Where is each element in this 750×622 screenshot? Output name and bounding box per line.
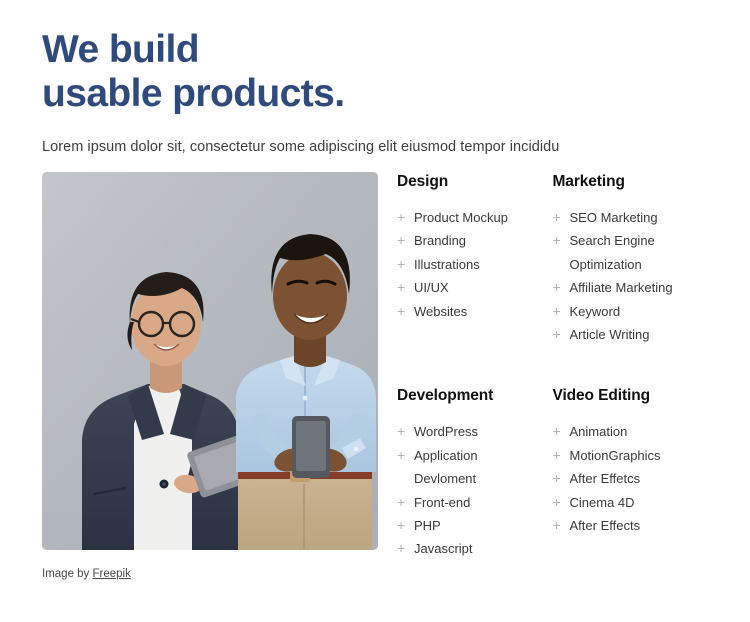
list-item[interactable]: + Article Writing <box>553 323 695 346</box>
plus-icon: + <box>397 517 406 534</box>
plus-icon: + <box>552 423 561 440</box>
list-item[interactable]: + After Effetcs <box>553 467 695 490</box>
service-column-marketing: Marketing + SEO Marketing + Search Engine … <box>553 172 709 346</box>
content-row: Image by Freepik Design + Product Mockup … <box>42 172 708 581</box>
service-column-design: Design + Product Mockup + Branding + Illust… <box>397 172 553 346</box>
list-item-label: Illustrations <box>414 256 480 272</box>
list-item-label: Product Mockup <box>414 210 508 225</box>
list-item-label: Cinema 4D <box>569 494 635 510</box>
page-title: We build usable products. <box>42 28 345 115</box>
plus-icon: + <box>397 279 406 296</box>
plus-icon: + <box>397 232 406 249</box>
plus-icon: + <box>552 326 561 343</box>
plus-icon: + <box>552 279 561 296</box>
plus-icon: + <box>552 302 561 319</box>
plus-icon: + <box>397 423 406 440</box>
list-item[interactable]: + Search Engine Optimization <box>553 229 695 276</box>
plus-icon: + <box>552 493 561 510</box>
list-item[interactable]: + Application Devloment <box>397 444 539 491</box>
list-item[interactable]: + After Effects <box>553 514 695 537</box>
plus-icon: + <box>552 209 561 225</box>
service-column-title: Video Editing <box>552 387 651 405</box>
service-list-video-editing: + Animation + MotionGraphics + After Effetc… <box>553 420 695 537</box>
list-item-label: Animation <box>569 424 628 440</box>
page-subtitle: Lorem ipsum dolor sit, consectetur some … <box>42 139 560 155</box>
services-grid: Design + Product Mockup + Branding + Illust… <box>378 172 708 561</box>
list-item[interactable]: + Affiliate Marketing <box>553 276 695 299</box>
list-item[interactable]: + Front-end <box>397 491 539 514</box>
plus-icon: + <box>397 302 406 319</box>
list-item-label: Javascript <box>414 541 473 557</box>
plus-icon: + <box>552 470 561 487</box>
list-item-label: Keyword <box>569 303 621 319</box>
list-item-label: After Effects <box>569 518 641 534</box>
image-credit-prefix: Image by <box>42 568 93 580</box>
list-item[interactable]: + UI/UX <box>397 276 539 299</box>
plus-icon: + <box>552 232 561 249</box>
list-item[interactable]: + WordPress <box>397 420 539 443</box>
list-item[interactable]: + Javascript <box>397 537 539 560</box>
plus-icon: + <box>397 255 406 272</box>
image-credit: Image by Freepik <box>42 550 378 581</box>
service-column-title: Marketing <box>552 173 625 190</box>
list-item-label: Affiliate Marketing <box>569 280 673 296</box>
landing-page: We build usable products. Lorem ipsum do… <box>0 0 750 622</box>
service-column-title: Development <box>397 387 494 405</box>
list-item[interactable]: + Websites <box>397 300 539 323</box>
list-item[interactable]: + Animation <box>553 420 695 443</box>
list-item-label: MotionGraphics <box>569 447 661 463</box>
plus-icon: + <box>397 446 406 463</box>
list-item-label: PHP <box>414 518 441 534</box>
list-item[interactable]: + Illustrations <box>397 253 539 276</box>
list-item-label: Application Devloment <box>414 447 478 487</box>
list-item-label: Search Engine Optimization <box>569 233 655 272</box>
plus-icon: + <box>397 540 406 557</box>
freepik-link[interactable]: Freepik <box>93 568 131 580</box>
service-column-video-editing: Video Editing + Animation + MotionGraphics… <box>553 346 709 560</box>
service-list-design: + Product Mockup + Branding + Illustrations… <box>397 206 539 323</box>
service-list-marketing: + SEO Marketing + Search Engine Optimizati… <box>553 206 695 346</box>
list-item[interactable]: + Keyword <box>553 300 695 323</box>
service-list-development: + WordPress + Application Devloment + Front… <box>397 420 539 560</box>
list-item-label: After Effetcs <box>569 471 641 487</box>
plus-icon: + <box>552 446 561 463</box>
list-item-label: SEO Marketing <box>569 210 658 225</box>
list-item-label: Article Writing <box>569 327 650 343</box>
list-item[interactable]: + MotionGraphics <box>553 444 695 467</box>
list-item-label: WordPress <box>414 424 479 440</box>
list-item-label: Branding <box>414 233 467 249</box>
list-item-label: Websites <box>414 303 468 319</box>
list-item[interactable]: + Product Mockup <box>397 206 539 229</box>
list-item[interactable]: + Cinema 4D <box>553 491 695 514</box>
list-item[interactable]: + SEO Marketing <box>553 206 695 229</box>
team-photo <box>42 172 378 550</box>
list-item-label: Front-end <box>414 494 471 510</box>
list-item[interactable]: + Branding <box>397 229 539 252</box>
photo-column: Image by Freepik <box>42 172 378 581</box>
list-item-label: UI/UX <box>414 280 449 296</box>
plus-icon: + <box>397 209 406 225</box>
plus-icon: + <box>397 493 406 510</box>
hero-section: We build usable products. Lorem ipsum do… <box>42 28 702 157</box>
list-item[interactable]: + PHP <box>397 514 539 537</box>
plus-icon: + <box>552 517 561 534</box>
service-column-development: Development + WordPress + Application Devl… <box>397 346 553 560</box>
team-photo-illustration <box>42 172 378 550</box>
service-column-title: Design <box>397 173 449 190</box>
